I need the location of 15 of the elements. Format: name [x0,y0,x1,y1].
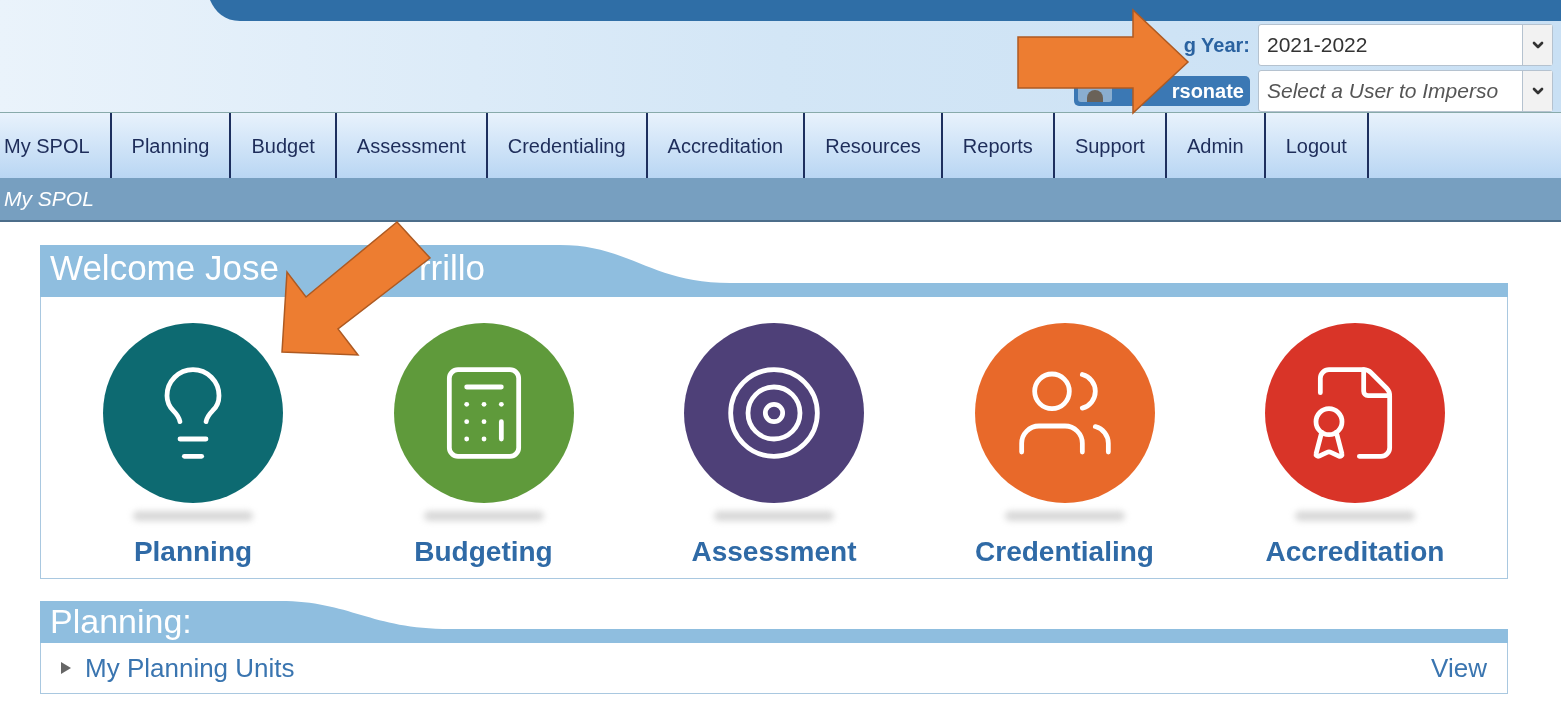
module-link[interactable]: Accreditation [1265,531,1445,573]
module-link[interactable]: Budgeting [414,531,553,573]
planning-title: Planning: [50,601,192,641]
module-link[interactable]: Planning [133,531,253,573]
welcome-title-end: rrillo [418,247,485,289]
planning-units-link[interactable]: My Planning Units [85,648,295,688]
expand-triangle-icon[interactable] [61,662,71,674]
year-select[interactable]: 2021-2022 [1258,24,1553,66]
welcome-title: Welcome Jose [50,247,279,289]
user-select[interactable]: Select a User to Imperso [1258,70,1553,112]
view-link[interactable]: View [1431,648,1487,688]
module-link[interactable]: Assessment [691,531,857,573]
year-label: g Year: [1183,33,1250,58]
module-link[interactable]: Credentialing [975,531,1154,573]
breadcrumb: My SPOL [4,186,94,213]
